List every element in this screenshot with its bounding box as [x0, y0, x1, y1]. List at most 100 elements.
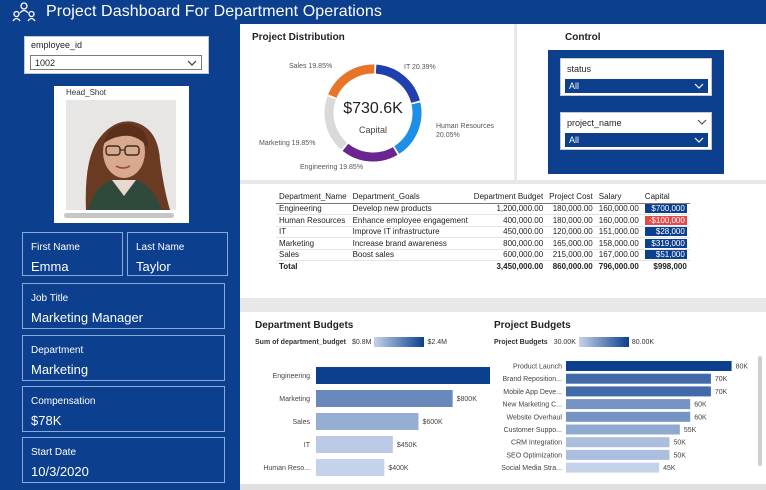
project-name-label: project_name — [567, 118, 622, 128]
department-table: Department_Name Department_Goals Departm… — [276, 190, 690, 272]
bar[interactable] — [566, 424, 680, 435]
column-header[interactable]: Capital — [641, 190, 690, 204]
section-divider — [240, 180, 766, 184]
department-goal: Enhance employee engagement — [349, 214, 471, 227]
bar[interactable] — [316, 390, 453, 407]
last-name-label: Last Name — [136, 242, 185, 253]
project-name-dropdown[interactable]: All — [565, 133, 708, 147]
bar-category-label: Marketing — [279, 396, 310, 403]
legend-gradient — [374, 337, 425, 347]
department-budgets-title: Department Budgets — [255, 320, 354, 331]
department-goal: Increase brand awareness — [349, 237, 471, 250]
total-label: Total — [276, 260, 350, 272]
column-header[interactable]: Project Cost — [546, 190, 596, 204]
department-card: Department Marketing — [22, 335, 225, 381]
bar[interactable] — [566, 399, 691, 410]
bar[interactable] — [566, 373, 711, 384]
table-row[interactable]: Engineering Develop new products 1,200,000… — [276, 203, 690, 215]
bar[interactable] — [566, 449, 670, 460]
capital-value: $700,000 — [644, 204, 687, 214]
employee-photo — [66, 100, 176, 210]
donut-label-human-resources: Human Resources 20.05% — [436, 123, 494, 139]
bar-category-label: Brand Reposition... — [502, 376, 562, 383]
project-budgets-chart[interactable]: Product Launch 80K Brand Reposition... 70K M… — [490, 358, 756, 476]
bar[interactable] — [316, 413, 419, 430]
capital-value: $51,000 — [644, 250, 687, 260]
bar-category-label: Mobile App Deve... — [503, 389, 562, 396]
chevron-down-icon — [187, 60, 197, 66]
job-title-value: Marketing Manager — [31, 310, 143, 325]
compensation-value: $78K — [31, 413, 62, 428]
department-name: Engineering — [276, 203, 350, 215]
control-title: Control — [565, 32, 601, 43]
total-salary: 796,000.00 — [595, 260, 642, 272]
project-cost: 165,000.00 — [546, 237, 596, 250]
capital-value: $319,000 — [644, 238, 687, 248]
bar[interactable] — [566, 361, 732, 371]
table-row[interactable]: Human Resources Enhance employee engageme… — [276, 214, 690, 227]
department-budgets-chart[interactable]: Engineering$1,200KMarketing$800KSales$60… — [240, 356, 490, 481]
start-date-label: Start Date — [31, 447, 77, 458]
chevron-down-icon[interactable] — [697, 117, 707, 127]
table-total-row: Total 3,450,000.00 860,000.00 796,000.00 $99… — [276, 260, 690, 272]
photo-scrollbar[interactable] — [64, 213, 174, 218]
department-name: Marketing — [276, 237, 350, 250]
bar[interactable] — [566, 437, 670, 448]
employee-panel: employee_id 1002 Head_Shot First Name Em… — [0, 24, 240, 490]
bar[interactable] — [316, 367, 490, 384]
table-header-row: Department_Name Department_Goals Departm… — [276, 190, 690, 204]
project-budgets-title: Project Budgets — [494, 320, 571, 331]
bar[interactable] — [566, 462, 660, 473]
job-title-card: Job Title Marketing Manager — [22, 283, 225, 329]
page-scrollbar[interactable] — [240, 484, 766, 490]
project-budgets-legend: Project Budgets 30.00K 80.00K — [494, 337, 654, 347]
last-name-card: Last Name Taylor — [127, 232, 228, 276]
table-row[interactable]: IT Improve IT infrastructure 450,000.00 120… — [276, 226, 690, 238]
status-dropdown[interactable]: All — [565, 79, 708, 93]
bar[interactable] — [566, 386, 711, 397]
total-goal — [349, 260, 471, 272]
bar-value-label: $800K — [457, 396, 478, 403]
department-name: Human Resources — [276, 214, 350, 227]
column-header[interactable]: Department_Goals — [349, 190, 471, 204]
bar-category-label: Product Launch — [513, 364, 562, 371]
donut-center-value: $730.6K — [343, 100, 403, 117]
department-budget: 450,000.00 — [470, 226, 547, 238]
donut-slice[interactable] — [375, 64, 420, 104]
project-name-slicer: project_name All — [560, 112, 712, 150]
status-value: All — [569, 81, 580, 91]
title-bar: Project Dashboard For Department Operati… — [0, 0, 766, 24]
bar[interactable] — [566, 411, 691, 422]
column-header[interactable]: Salary — [595, 190, 642, 204]
column-header[interactable]: Department Budget — [470, 190, 547, 204]
department-goal: Boost sales — [349, 249, 471, 261]
capital-value: -$100,000 — [644, 215, 687, 225]
donut-slice[interactable] — [328, 64, 375, 99]
chevron-down-icon — [694, 83, 704, 89]
column-header[interactable]: Department_Name — [276, 190, 350, 204]
employee-id-label: employee_id — [31, 40, 83, 50]
section-divider — [240, 298, 766, 312]
chevron-down-icon — [694, 137, 704, 143]
donut-slice[interactable] — [342, 143, 398, 162]
salary: 158,000.00 — [595, 237, 642, 250]
capital-cell: $319,000 — [641, 237, 690, 250]
salary: 151,000.00 — [595, 226, 642, 238]
start-date-card: Start Date 10/3/2020 — [22, 437, 225, 483]
bar[interactable] — [316, 459, 385, 476]
compensation-label: Compensation — [31, 396, 96, 407]
chart-scrollbar[interactable] — [758, 356, 762, 466]
bar-category-label: Website Overhaul — [506, 414, 562, 421]
table-row[interactable]: Sales Boost sales 600,000.00 215,000.00 167,… — [276, 249, 690, 261]
department-budget: 800,000.00 — [470, 237, 547, 250]
bar-category-label: Customer Suppo... — [504, 427, 562, 434]
employee-id-dropdown[interactable]: 1002 — [30, 55, 202, 70]
bar-category-label: CRM Integration — [511, 440, 562, 447]
project-distribution-title: Project Distribution — [252, 32, 345, 43]
table-row[interactable]: Marketing Increase brand awareness 800,000… — [276, 237, 690, 250]
department-name: IT — [276, 226, 350, 238]
bar[interactable] — [316, 436, 393, 453]
dashboard-page: Project Dashboard For Department Operati… — [0, 0, 766, 490]
bar-category-label: SEO Optimization — [506, 452, 562, 459]
bar-category-label: Engineering — [273, 373, 310, 380]
